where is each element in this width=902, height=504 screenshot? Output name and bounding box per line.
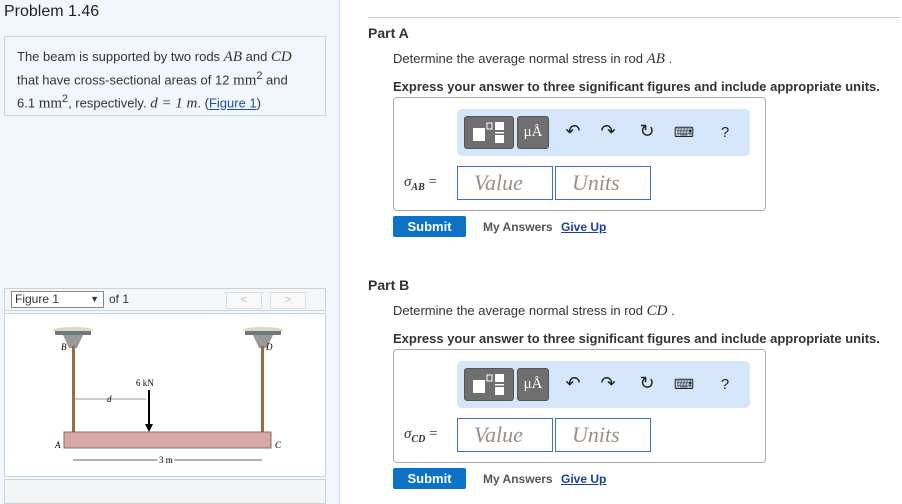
reset-icon[interactable]: ↻ [636, 373, 658, 394]
give-up-link[interactable]: Give Up [561, 220, 606, 234]
figure-toolbar: Figure 1 ▼ of 1 < > [4, 288, 326, 311]
problem-title: Problem 1.46 [4, 3, 100, 20]
support-d [243, 327, 283, 348]
help-icon[interactable]: ? [714, 376, 736, 393]
dropdown-arrow-icon: ▼ [90, 294, 99, 304]
question: Determine the average normal stress in r… [393, 303, 675, 319]
templates-button[interactable] [464, 116, 514, 149]
templates-button[interactable] [464, 368, 514, 401]
keyboard-icon[interactable]: ⌨ [673, 124, 695, 141]
problem-statement: The beam is supported by two rods AB and… [4, 36, 326, 116]
redo-icon[interactable]: ↷ [597, 121, 619, 142]
answer-box: μÅ ↶ ↷ ↻ ⌨ ? σCD = Value Units [393, 349, 766, 463]
math-toolbar: μÅ ↶ ↷ ↻ ⌨ ? [457, 361, 750, 408]
instruction: Express your answer to three significant… [393, 331, 880, 346]
svg-text:A: A [54, 440, 61, 450]
answer-label: σCD = [404, 426, 438, 445]
answer-label: σAB = [404, 174, 437, 193]
keyboard-icon[interactable]: ⌨ [673, 376, 695, 393]
part-title: Part A [368, 25, 409, 41]
rod-ab [72, 346, 75, 432]
units-button[interactable]: μÅ [517, 368, 549, 401]
beam [63, 431, 272, 449]
next-figure-button[interactable]: > [270, 292, 306, 309]
rod-cd [261, 346, 264, 432]
divider [368, 17, 900, 18]
svg-text:B: B [61, 342, 67, 352]
question: Determine the average normal stress in r… [393, 51, 673, 67]
part-title: Part B [368, 277, 410, 293]
my-answers-label: My Answers [483, 220, 553, 234]
submit-button[interactable]: Submit [393, 468, 466, 489]
units-input[interactable]: Units [555, 166, 651, 200]
prev-figure-button[interactable]: < [226, 292, 262, 309]
svg-text:C: C [275, 440, 282, 450]
svg-text:3 m: 3 m [159, 455, 173, 465]
submit-button[interactable]: Submit [393, 216, 466, 237]
reset-icon[interactable]: ↻ [636, 121, 658, 142]
instruction: Express your answer to three significant… [393, 79, 880, 94]
svg-text:d: d [107, 394, 112, 404]
undo-icon[interactable]: ↶ [562, 121, 584, 142]
svg-text:D: D [265, 342, 273, 352]
undo-icon[interactable]: ↶ [562, 373, 584, 394]
support-b [53, 327, 93, 348]
help-icon[interactable]: ? [714, 124, 736, 141]
figure-count: of 1 [109, 292, 130, 306]
figure-image: B D A C 6 kN d 3 m [4, 313, 326, 477]
redo-icon[interactable]: ↷ [597, 373, 619, 394]
units-input[interactable]: Units [555, 418, 651, 452]
give-up-link[interactable]: Give Up [561, 472, 606, 486]
value-input[interactable]: Value [457, 418, 553, 452]
my-answers-label: My Answers [483, 472, 553, 486]
answer-box: μÅ ↶ ↷ ↻ ⌨ ? σAB = Value Units [393, 97, 766, 211]
math-toolbar: μÅ ↶ ↷ ↻ ⌨ ? [457, 109, 750, 156]
value-input[interactable]: Value [457, 166, 553, 200]
figure-select[interactable]: Figure 1 ▼ [11, 291, 104, 308]
units-button[interactable]: μÅ [517, 116, 549, 149]
problem-pane: Problem 1.46 The beam is supported by tw… [0, 0, 340, 504]
figure-footer [4, 479, 326, 504]
figure-link[interactable]: Figure 1 [209, 96, 257, 111]
svg-text:6 kN: 6 kN [136, 378, 154, 388]
